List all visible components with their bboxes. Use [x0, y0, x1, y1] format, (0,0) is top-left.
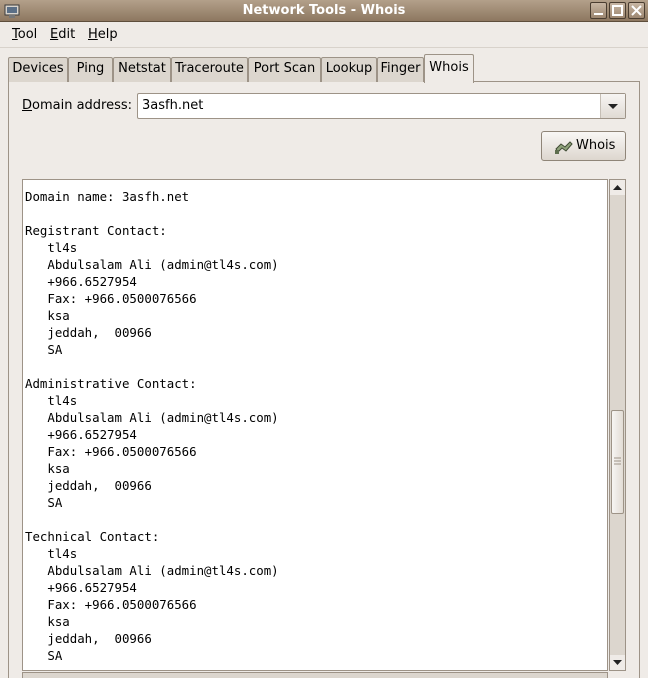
tab-lookup[interactable]: Lookup	[321, 57, 377, 82]
chevron-down-icon	[608, 104, 618, 109]
domain-address-label: Domain address:	[22, 98, 133, 113]
output-line: +966.6527954	[25, 427, 137, 442]
output-line: SA	[25, 495, 63, 510]
scrollbar-thumb[interactable]	[611, 410, 624, 514]
vertical-scrollbar[interactable]	[609, 179, 626, 671]
handshake-icon	[554, 138, 574, 160]
output-line: Fax: +966.0500076566	[25, 597, 197, 612]
output-line: Abdulsalam Ali (admin@tl4s.com)	[25, 410, 279, 425]
output-line: Domain name: 3asfh.net	[25, 189, 190, 204]
grip-icon	[614, 457, 621, 465]
output-line: SA	[25, 648, 63, 663]
output-line: +966.6527954	[25, 274, 137, 289]
arrow-down-icon	[613, 660, 622, 665]
output-line: Administrative Contact:	[25, 376, 197, 391]
whois-output-text: Domain name: 3asfh.net Registrant Contac…	[25, 188, 279, 664]
output-line: jeddah, 00966	[25, 478, 152, 493]
output-line: Registrant Contact:	[25, 223, 167, 238]
tab-whois[interactable]: Whois	[424, 54, 474, 83]
whois-output[interactable]: Domain name: 3asfh.net Registrant Contac…	[22, 179, 608, 671]
tab-ping[interactable]: Ping	[68, 57, 113, 82]
output-line: ksa	[25, 461, 70, 476]
window-title: Network Tools - Whois	[242, 3, 406, 18]
horizontal-scrollbar[interactable]	[22, 672, 608, 678]
output-line: Abdulsalam Ali (admin@tl4s.com)	[25, 563, 279, 578]
scroll-up-button[interactable]	[610, 180, 625, 195]
tab-traceroute[interactable]: Traceroute	[171, 57, 248, 82]
maximize-button[interactable]	[609, 2, 626, 19]
close-button[interactable]	[628, 2, 645, 19]
output-line: tl4s	[25, 393, 78, 408]
output-line: Abdulsalam Ali (admin@tl4s.com)	[25, 257, 279, 272]
minimize-button[interactable]	[590, 2, 607, 19]
menu-tool[interactable]: Tool	[12, 27, 37, 42]
whois-button-label: Whois	[576, 138, 616, 153]
output-line: tl4s	[25, 546, 78, 561]
tab-port-scan[interactable]: Port Scan	[248, 57, 321, 82]
domain-address-combo[interactable]: 3asfh.net	[137, 93, 626, 119]
minimize-icon	[594, 13, 603, 15]
output-line: Fax: +966.0500076566	[25, 291, 197, 306]
output-line: +966.6527954	[25, 580, 137, 595]
output-line: ksa	[25, 308, 70, 323]
output-line: jeddah, 00966	[25, 325, 152, 340]
menu-help[interactable]: Help	[88, 27, 118, 42]
title-bar: Network Tools - Whois	[0, 0, 648, 22]
domain-address-input[interactable]: 3asfh.net	[142, 98, 203, 113]
menu-edit[interactable]: Edit	[50, 27, 75, 42]
arrow-up-icon	[613, 185, 622, 190]
whois-button[interactable]: Whois	[541, 131, 626, 161]
menu-bar: Tool Edit Help	[0, 22, 648, 48]
output-line: tl4s	[25, 240, 78, 255]
tab-devices[interactable]: Devices	[8, 57, 68, 82]
output-line: ksa	[25, 614, 70, 629]
maximize-icon	[612, 5, 623, 16]
scroll-down-button[interactable]	[610, 655, 625, 670]
close-icon	[631, 5, 642, 16]
tab-finger[interactable]: Finger	[377, 57, 424, 82]
output-line: SA	[25, 342, 63, 357]
domain-dropdown-button[interactable]	[600, 94, 625, 118]
output-line: Technical Contact:	[25, 529, 160, 544]
output-line: Fax: +966.0500076566	[25, 444, 197, 459]
output-line: jeddah, 00966	[25, 631, 152, 646]
tab-netstat[interactable]: Netstat	[113, 57, 171, 82]
